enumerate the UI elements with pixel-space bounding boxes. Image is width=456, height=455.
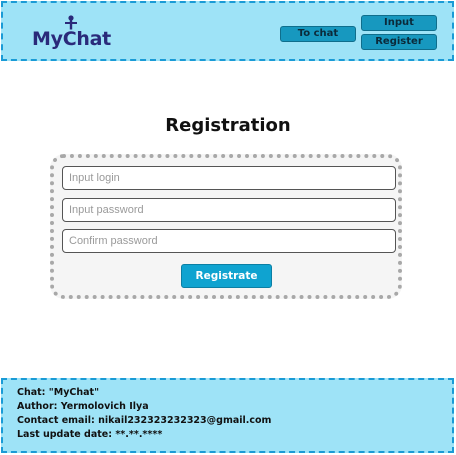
register-button[interactable]: Register (361, 34, 437, 50)
login-input[interactable] (62, 166, 396, 190)
header: MyChat To chat Input Register (1, 1, 454, 61)
footer: Chat: "MyChat" Author: Yermolovich Ilya … (1, 378, 454, 453)
logo[interactable]: MyChat (32, 15, 122, 53)
input-button[interactable]: Input (361, 15, 437, 31)
confirm-password-input[interactable] (62, 229, 396, 253)
password-input[interactable] (62, 198, 396, 222)
registration-form: Registrate (50, 154, 402, 299)
to-chat-button[interactable]: To chat (280, 26, 356, 42)
logo-text: MyChat (32, 28, 111, 50)
page-title: Registration (165, 115, 291, 136)
registrate-button[interactable]: Registrate (181, 264, 272, 288)
footer-chat-name: Chat: "MyChat" (17, 387, 100, 398)
footer-contact-email: Contact email: nikail232323232323@gmail.… (17, 415, 272, 426)
footer-last-update: Last update date: **.**.**** (17, 429, 163, 440)
footer-author: Author: Yermolovich Ilya (17, 401, 149, 412)
